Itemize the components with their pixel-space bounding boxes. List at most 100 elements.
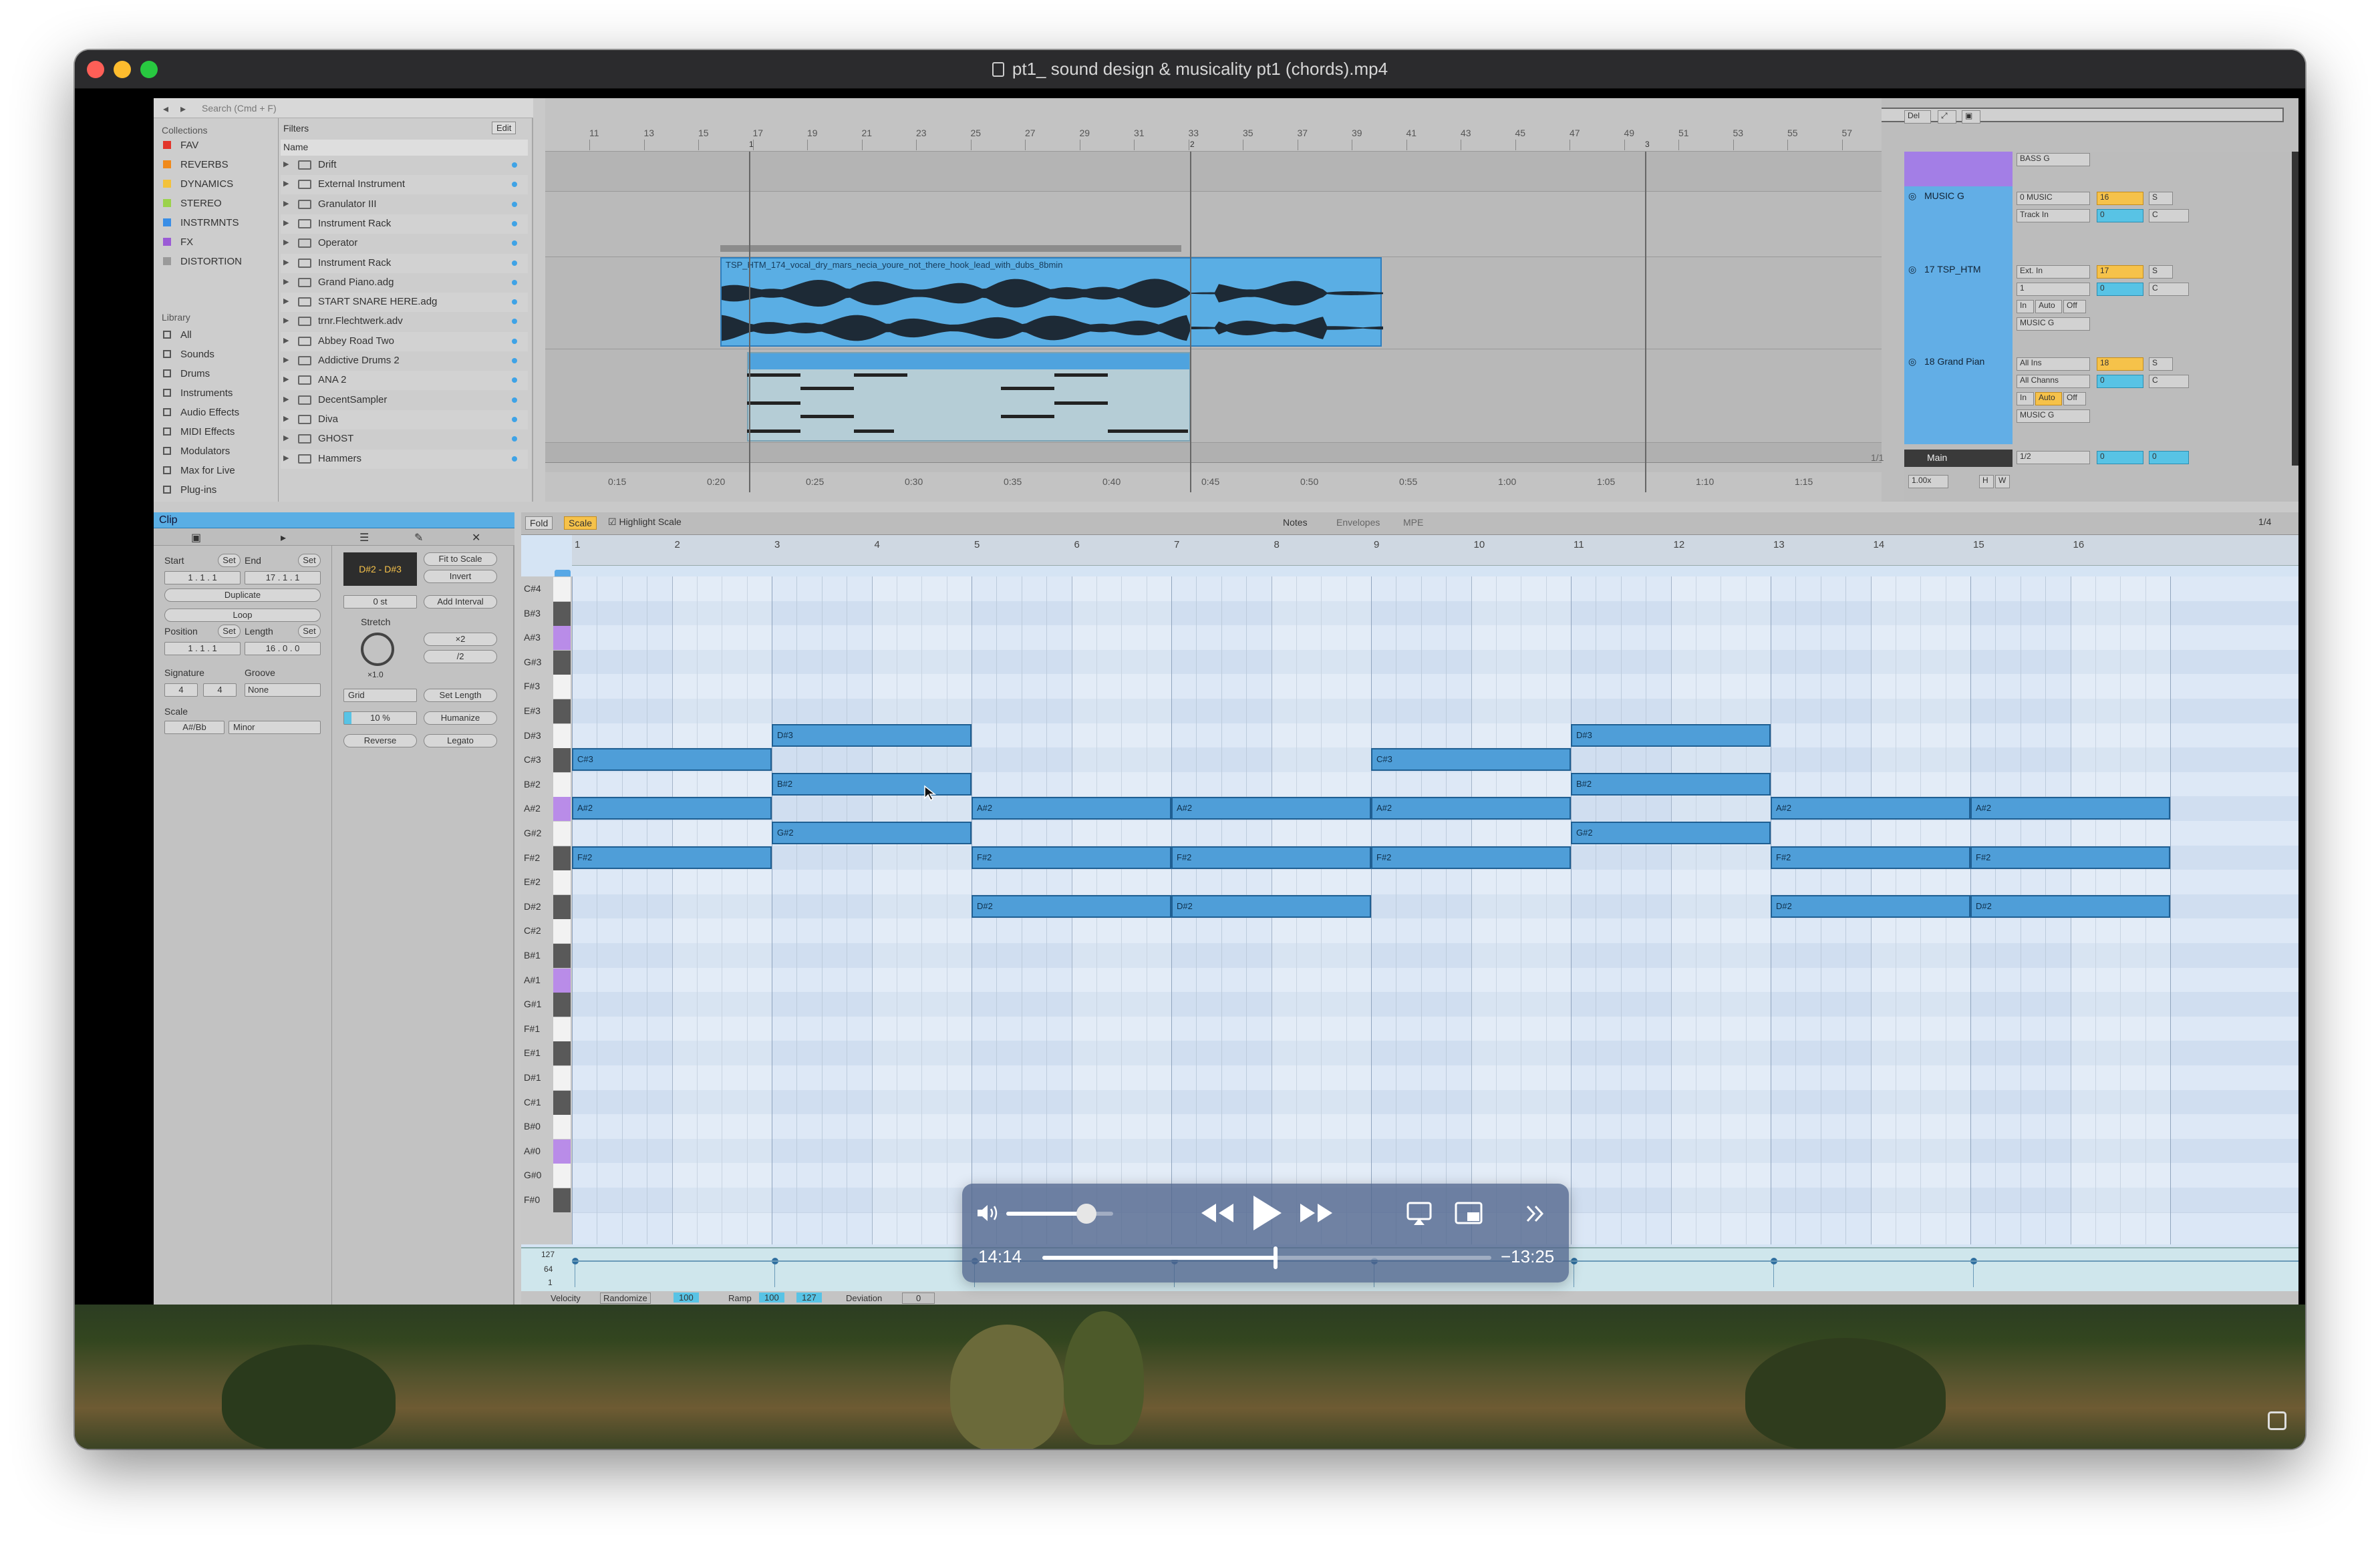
expand-arrow-icon[interactable]: ▶ bbox=[283, 199, 289, 208]
scrubber[interactable] bbox=[1042, 1246, 1491, 1269]
search-input[interactable]: Search (Cmd + F) bbox=[202, 103, 277, 114]
midi-note[interactable]: G#2 bbox=[772, 822, 972, 844]
piano-key[interactable]: C#2 bbox=[521, 918, 572, 944]
browser-file-row[interactable]: ▶ ANA 2 bbox=[281, 371, 528, 391]
input-channel[interactable]: 1 bbox=[2017, 283, 2090, 296]
piano-key[interactable]: E#1 bbox=[521, 1041, 572, 1066]
clip-title-bar[interactable]: Clip bbox=[154, 512, 514, 528]
expand-arrow-icon[interactable]: ▶ bbox=[283, 454, 289, 462]
end-field[interactable]: 17 . 1 . 1 bbox=[245, 571, 321, 584]
track-activator[interactable]: 18 bbox=[2097, 357, 2143, 371]
expand-arrow-icon[interactable]: ▶ bbox=[283, 160, 289, 168]
audio-clip[interactable]: TSP_HTM_174_vocal_dry_mars_necia_youre_n… bbox=[720, 257, 1383, 347]
zoom-level[interactable]: 1.00x bbox=[1908, 475, 1948, 488]
locator-marker[interactable]: 3 bbox=[1645, 140, 1650, 149]
browser-file-row[interactable]: ▶ GHOST bbox=[281, 429, 528, 449]
humanize-button[interactable]: Humanize bbox=[424, 711, 497, 725]
play-icon[interactable] bbox=[1249, 1193, 1284, 1233]
monitor-in[interactable]: In bbox=[2017, 392, 2034, 405]
piano-key[interactable]: G#1 bbox=[521, 992, 572, 1017]
deviation-value[interactable]: 0 bbox=[902, 1293, 935, 1304]
expand-arrow-icon[interactable]: ▶ bbox=[283, 218, 289, 227]
bar-ruler[interactable]: 1 2 3 4 5 6 7 8 9 10 11 12 13 14 15 16 bbox=[572, 535, 2298, 566]
collection-item[interactable]: DYNAMICS bbox=[163, 178, 233, 190]
monitor-off[interactable]: Off bbox=[2063, 392, 2086, 405]
main-pan[interactable]: 0 bbox=[2149, 451, 2189, 464]
browser-file-row[interactable]: ▶ Grand Piano.adg bbox=[281, 273, 528, 293]
lock-icon[interactable]: ▣ bbox=[1962, 110, 1980, 124]
expand-arrow-icon[interactable]: ▶ bbox=[283, 375, 289, 383]
browser-file-row[interactable]: ▶ Operator bbox=[281, 234, 528, 253]
filters-toggle[interactable]: Filters bbox=[283, 123, 309, 134]
browser-file-row[interactable]: ▶ START SNARE HERE.adg bbox=[281, 293, 528, 313]
ramp-to[interactable]: 127 bbox=[796, 1293, 822, 1303]
grid-quantization[interactable]: 1/4 bbox=[2258, 516, 2271, 527]
loop-button[interactable]: Loop bbox=[164, 609, 321, 622]
notes-tab-icon[interactable]: ☰ bbox=[359, 531, 369, 544]
grid-select[interactable]: Grid bbox=[343, 689, 417, 702]
fast-forward-icon[interactable] bbox=[1298, 1201, 1335, 1225]
stretch-knob[interactable] bbox=[361, 633, 394, 666]
browser-file-row[interactable]: ▶ Instrument Rack bbox=[281, 214, 528, 234]
midi-note[interactable]: A#2 bbox=[572, 797, 772, 820]
solo-button[interactable]: S bbox=[2149, 192, 2173, 205]
piano-key[interactable]: A#2 bbox=[521, 796, 572, 822]
rewind-icon[interactable] bbox=[1199, 1201, 1236, 1225]
h-button[interactable]: H bbox=[1979, 475, 1994, 488]
fold-icon[interactable]: ◎ bbox=[1908, 356, 1916, 367]
output-routing[interactable]: MUSIC G bbox=[2017, 317, 2090, 331]
invert-button[interactable]: Invert bbox=[424, 570, 497, 583]
piano-key[interactable]: B#3 bbox=[521, 601, 572, 627]
position-set-button[interactable]: Set bbox=[218, 625, 241, 638]
expand-arrow-icon[interactable]: ▶ bbox=[283, 395, 289, 403]
main-volume[interactable]: 0 bbox=[2097, 451, 2143, 464]
scale-mode-select[interactable]: Minor bbox=[229, 721, 321, 734]
main-track[interactable]: Main bbox=[1904, 450, 2013, 467]
fold-icon[interactable]: ◎ bbox=[1908, 190, 1916, 202]
signature-numerator[interactable]: 4 bbox=[164, 683, 198, 697]
browser-file-row[interactable]: ▶ Hammers bbox=[281, 449, 528, 469]
browser-file-row[interactable]: ▶ Abbey Road Two bbox=[281, 331, 528, 351]
input-type[interactable]: Ext. In bbox=[2017, 265, 2090, 279]
randomize-button[interactable]: Randomize bbox=[600, 1293, 651, 1304]
library-item[interactable]: Drums bbox=[163, 368, 210, 379]
midi-note[interactable]: A#2 bbox=[1171, 797, 1371, 820]
forward-icon[interactable]: ▸ bbox=[180, 102, 186, 116]
expand-arrow-icon[interactable]: ▶ bbox=[283, 258, 289, 267]
bass-g-output[interactable]: BASS G bbox=[2017, 153, 2090, 166]
library-item[interactable]: Plug-ins bbox=[163, 484, 216, 496]
locator-marker[interactable]: 1 bbox=[749, 140, 754, 149]
add-interval-button[interactable]: Add Interval bbox=[424, 595, 497, 609]
w-button[interactable]: W bbox=[1995, 475, 2010, 488]
midi-note[interactable]: B#2 bbox=[772, 772, 972, 796]
piano-key[interactable]: D#2 bbox=[521, 894, 572, 920]
browser-file-row[interactable]: ▶ External Instrument bbox=[281, 175, 528, 195]
track-music-g[interactable]: ◎ MUSIC G bbox=[1904, 186, 2013, 260]
piano-key[interactable]: G#2 bbox=[521, 821, 572, 846]
start-field[interactable]: 1 . 1 . 1 bbox=[164, 571, 241, 584]
midi-note[interactable]: D#2 bbox=[1970, 894, 2170, 918]
scale-button[interactable]: Scale bbox=[564, 516, 597, 530]
midi-note[interactable]: D#3 bbox=[772, 723, 972, 747]
screenshot-icon[interactable] bbox=[2268, 1411, 2286, 1430]
browser-file-row[interactable]: ▶ Diva bbox=[281, 409, 528, 429]
midi-note[interactable]: F#2 bbox=[1371, 846, 1571, 869]
expand-arrow-icon[interactable]: ▶ bbox=[283, 238, 289, 246]
position-field[interactable]: 1 . 1 . 1 bbox=[164, 642, 241, 655]
browser-file-row[interactable]: ▶ Addictive Drums 2 bbox=[281, 351, 528, 371]
expand-arrow-icon[interactable]: ▶ bbox=[283, 336, 289, 345]
browser-file-row[interactable]: ▶ trnr.Flechtwerk.adv bbox=[281, 312, 528, 331]
expand-icon[interactable]: ⤢ bbox=[1938, 110, 1956, 124]
midi-clip[interactable] bbox=[747, 352, 1191, 442]
back-icon[interactable]: ◂ bbox=[163, 102, 168, 116]
piano-key[interactable]: D#3 bbox=[521, 723, 572, 749]
midi-note[interactable]: C#3 bbox=[572, 748, 772, 771]
duplicate-button[interactable]: Duplicate bbox=[164, 588, 321, 602]
monitor-auto[interactable]: Auto bbox=[2035, 300, 2062, 313]
track-grand-piano[interactable]: ◎ 18 Grand Pian bbox=[1904, 352, 2013, 444]
clip-tab-icon[interactable]: ▣ bbox=[191, 531, 201, 544]
collection-item[interactable]: REVERBS bbox=[163, 159, 229, 170]
ramp-from[interactable]: 100 bbox=[759, 1293, 784, 1303]
more-controls-icon[interactable] bbox=[1525, 1204, 1547, 1224]
length-field[interactable]: 16 . 0 . 0 bbox=[245, 642, 321, 655]
